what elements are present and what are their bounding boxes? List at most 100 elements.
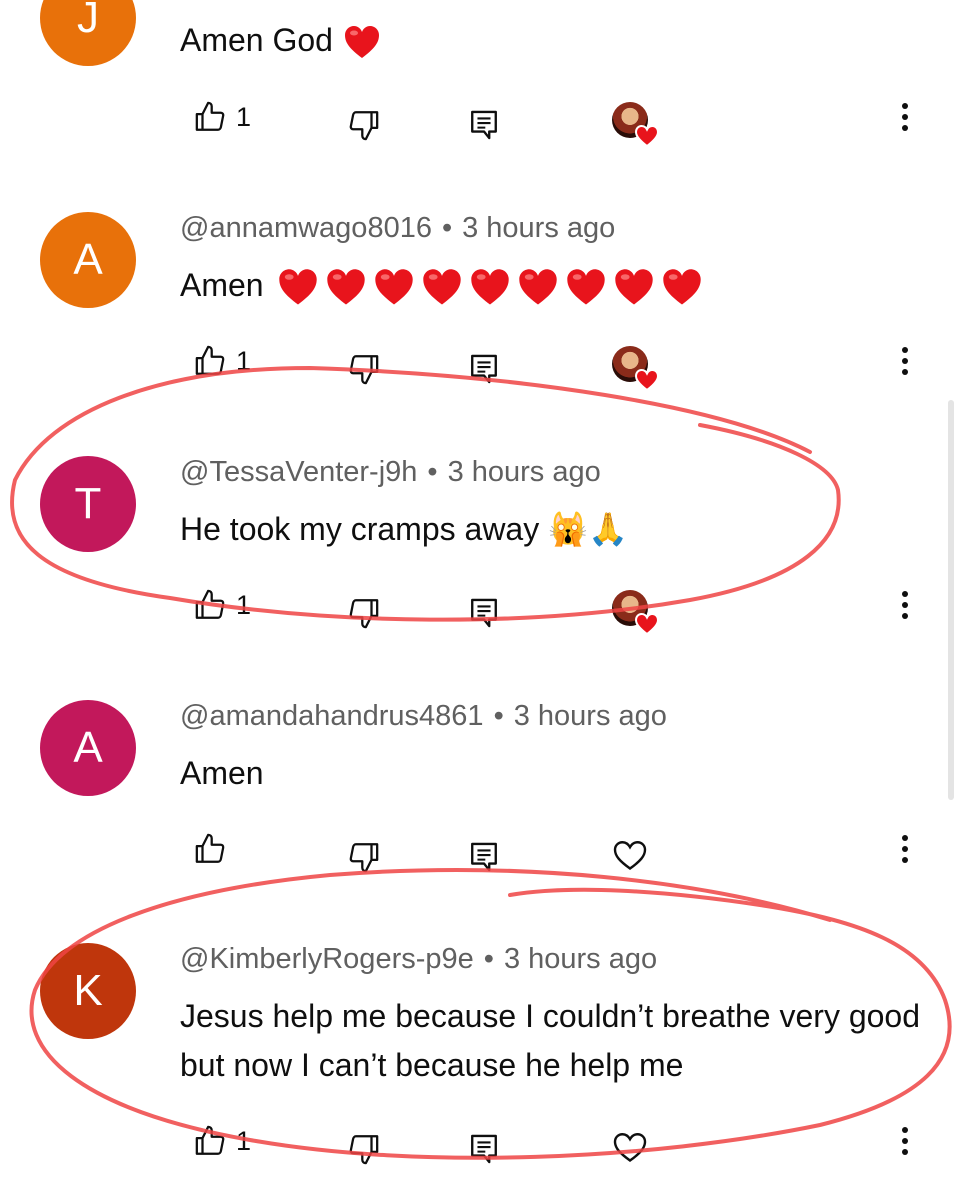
creator-heart-icon: [634, 124, 660, 148]
timestamp[interactable]: 3 hours ago: [514, 700, 667, 732]
more-actions-button[interactable]: [900, 344, 910, 378]
heart-outline-icon: [613, 1133, 647, 1162]
reply-button[interactable]: [468, 840, 500, 874]
comment-meta: @annamwago8016 • 3 hours ago: [180, 212, 615, 245]
avatar[interactable]: A: [40, 700, 136, 796]
like-count: 1: [236, 101, 252, 132]
thumbs-down-icon: [349, 1135, 379, 1165]
dislike-button[interactable]: [346, 108, 380, 142]
comment-meta: @amandahandrus4861 • 3 hours ago: [180, 700, 667, 733]
avatar[interactable]: J: [40, 0, 136, 66]
comment-text-body: Jesus help me because I couldn’t breathe…: [180, 998, 921, 1083]
comment-text: Amen God: [180, 16, 930, 65]
heart-button[interactable]: [612, 838, 648, 872]
heart-emoji-row: [272, 267, 704, 305]
thumbs-up-icon: [195, 101, 225, 131]
more-vert-icon: [902, 1127, 908, 1155]
thumbs-down-icon: [349, 599, 379, 629]
reply-button[interactable]: [468, 1132, 500, 1166]
comment-action-bar: 1: [0, 96, 960, 148]
comment-text-body: Amen: [180, 267, 264, 303]
red-heart-emoji: [344, 25, 379, 58]
comment-meta: @KimberlyRogers-p9e • 3 hours ago: [180, 943, 657, 976]
annotation-circle-1: [10, 365, 841, 622]
like-button[interactable]: [194, 832, 236, 866]
red-heart-emoji: [519, 268, 558, 305]
separator-dot: •: [441, 212, 453, 244]
separator-dot: •: [427, 456, 438, 488]
comment-text-body: Amen God: [180, 22, 333, 58]
comment-action-bar: [0, 828, 960, 878]
like-button[interactable]: 1: [194, 1124, 251, 1158]
heart-button[interactable]: [612, 1130, 648, 1164]
like-count: 1: [236, 1125, 252, 1156]
comment-text: He took my cramps away 🙀🙏: [180, 505, 930, 554]
comment-text: Amen: [180, 261, 930, 310]
author-handle[interactable]: @KimberlyRogers-p9e: [180, 943, 474, 975]
comment-text-body: He took my cramps away 🙀🙏: [180, 511, 628, 547]
reply-icon: [471, 110, 497, 140]
dislike-button[interactable]: [346, 840, 380, 874]
thumbs-down-icon: [349, 111, 379, 141]
more-actions-button[interactable]: [900, 100, 910, 134]
reply-icon: [471, 1134, 497, 1164]
red-heart-emoji: [567, 268, 606, 305]
more-actions-button[interactable]: [900, 588, 910, 622]
comment-action-bar: 1: [0, 584, 960, 636]
red-heart-emoji: [423, 268, 462, 305]
like-count: 1: [236, 589, 252, 620]
reply-icon: [471, 598, 497, 628]
dislike-button[interactable]: [346, 1132, 380, 1166]
like-button[interactable]: 1: [194, 100, 251, 134]
thumbs-down-icon: [349, 843, 379, 873]
red-heart-emoji: [279, 268, 318, 305]
thumbs-up-icon: [195, 1125, 225, 1155]
more-vert-icon: [902, 103, 908, 131]
timestamp[interactable]: 3 hours ago: [448, 456, 601, 488]
creator-heart-icon: [634, 368, 660, 392]
more-vert-icon: [902, 347, 908, 375]
scrollbar[interactable]: [948, 400, 954, 800]
more-actions-button[interactable]: [900, 832, 910, 866]
author-handle[interactable]: @annamwago8016: [180, 212, 432, 244]
dislike-button[interactable]: [346, 596, 380, 630]
avatar[interactable]: T: [40, 456, 136, 552]
reply-button[interactable]: [468, 352, 500, 386]
creator-heart: [612, 346, 660, 392]
comment-action-bar: 1: [0, 1120, 960, 1170]
red-heart-emoji: [615, 268, 654, 305]
comment-action-bar: 1: [0, 340, 960, 392]
thumbs-up-icon: [195, 833, 225, 863]
author-handle[interactable]: @TessaVenter-j9h: [180, 456, 417, 488]
more-vert-icon: [902, 591, 908, 619]
more-actions-button[interactable]: [900, 1124, 910, 1158]
timestamp[interactable]: 3 hours ago: [462, 212, 615, 244]
reply-icon: [471, 842, 497, 872]
more-vert-icon: [902, 835, 908, 863]
timestamp[interactable]: 3 hours ago: [504, 943, 657, 975]
thumbs-up-icon: [195, 589, 225, 619]
comment-text: Jesus help me because I couldn’t breathe…: [180, 992, 930, 1090]
like-button[interactable]: 1: [194, 588, 251, 622]
red-heart-emoji: [327, 268, 366, 305]
heart-outline-icon: [613, 841, 647, 870]
red-heart-emoji: [375, 268, 414, 305]
separator-dot: •: [493, 700, 504, 732]
comment-text-body: Amen: [180, 755, 264, 791]
dislike-button[interactable]: [346, 352, 380, 386]
reply-button[interactable]: [468, 108, 500, 142]
like-count: 1: [236, 345, 252, 376]
avatar[interactable]: A: [40, 212, 136, 308]
creator-heart-icon: [634, 612, 660, 636]
author-handle[interactable]: @amandahandrus4861: [180, 700, 484, 732]
comment-text: Amen: [180, 749, 930, 798]
red-heart-emoji: [471, 268, 510, 305]
like-button[interactable]: 1: [194, 344, 251, 378]
creator-heart: [612, 102, 660, 148]
thumbs-down-icon: [349, 355, 379, 385]
reply-icon: [471, 354, 497, 384]
avatar[interactable]: K: [40, 943, 136, 1039]
comment-meta: @TessaVenter-j9h • 3 hours ago: [180, 456, 601, 489]
reply-button[interactable]: [468, 596, 500, 630]
separator-dot: •: [483, 943, 494, 975]
